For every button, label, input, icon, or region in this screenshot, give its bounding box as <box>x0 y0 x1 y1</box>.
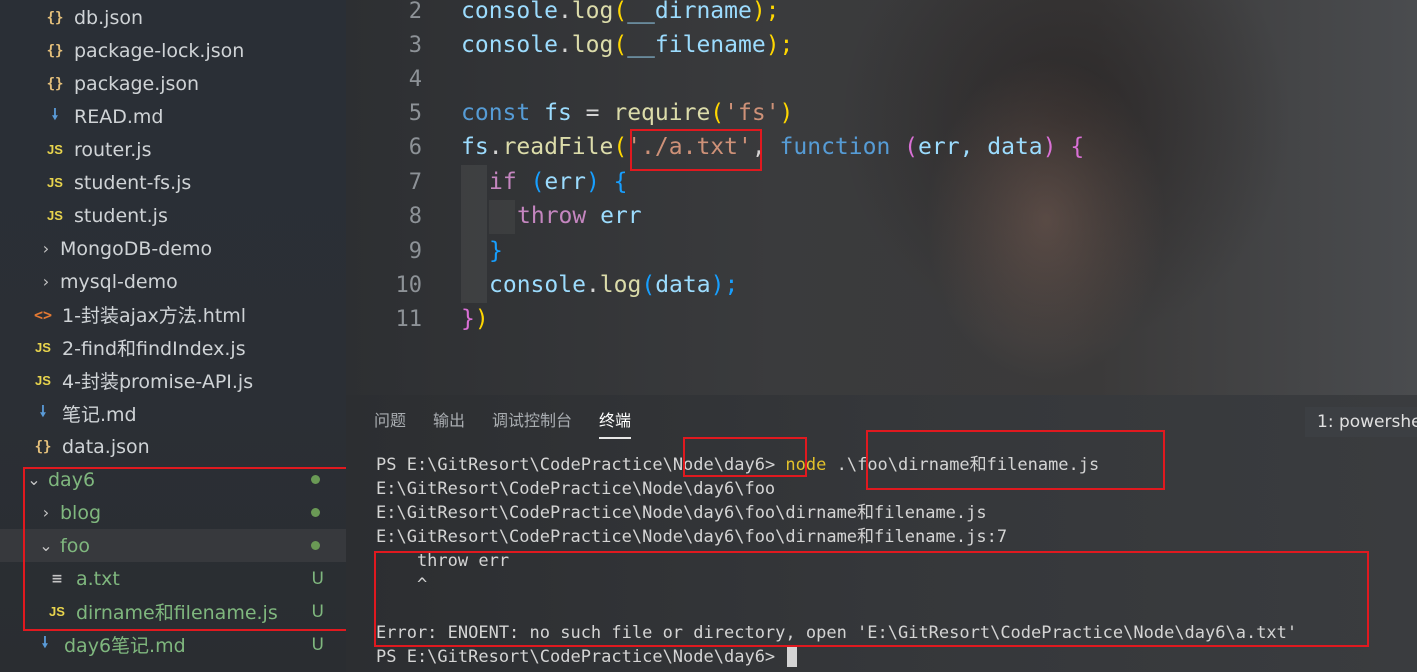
json-file-icon: {} <box>34 438 52 455</box>
terminal-cursor <box>787 647 798 667</box>
file-item[interactable]: {} data.json <box>0 430 346 463</box>
tab-debug-console[interactable]: 调试控制台 <box>492 409 572 437</box>
json-file-icon: {} <box>46 75 64 92</box>
terminal-output-line: E:\GitResort\CodePractice\Node\day6\foo <box>376 479 776 499</box>
file-label: router.js <box>74 138 152 161</box>
line-number: 4 <box>408 66 422 92</box>
file-item[interactable]: 🠗 READ.md <box>0 100 346 133</box>
terminal-output-line: E:\GitResort\CodePractice\Node\day6\foo\… <box>376 503 987 523</box>
line-number: 5 <box>408 100 422 126</box>
file-item[interactable]: <> 1-封装ajax方法.html <box>0 298 346 331</box>
html-file-icon: <> <box>34 305 53 324</box>
chevron-right-icon: › <box>42 272 50 291</box>
file-label: student-fs.js <box>74 171 192 194</box>
annotation-box-command <box>866 430 1165 490</box>
tab-output[interactable]: 输出 <box>433 409 465 437</box>
markdown-file-icon: 🠗 <box>41 633 49 651</box>
line-number: 3 <box>408 32 422 58</box>
annotation-box-cwd <box>683 437 807 477</box>
code-editor[interactable]: 2 console.log(__dirname); 3 console.log(… <box>346 0 1417 395</box>
terminal-prompt-line[interactable]: PS E:\GitResort\CodePractice\Node\day6> <box>376 645 798 669</box>
annotation-box-path <box>630 129 762 171</box>
line-number: 7 <box>408 169 422 195</box>
file-item[interactable]: JS 4-封装promise-API.js <box>0 364 346 397</box>
file-label: day6笔记.md <box>64 635 186 657</box>
line-number: 9 <box>408 238 422 264</box>
line-number: 6 <box>408 134 422 160</box>
terminal-select[interactable]: 1: powershell <box>1305 407 1417 437</box>
file-item[interactable]: 🠗 笔记.md <box>0 397 346 430</box>
file-item[interactable]: JS student.js <box>0 199 346 232</box>
folder-label: MongoDB-demo <box>60 237 213 260</box>
js-file-icon: JS <box>47 175 63 190</box>
code-line: 4 <box>346 62 1417 96</box>
js-file-icon: JS <box>35 373 51 388</box>
file-label: READ.md <box>74 105 164 128</box>
code-line: 11 }) <box>346 302 1417 336</box>
file-label: data.json <box>62 435 150 458</box>
markdown-file-icon: 🠗 <box>39 402 47 420</box>
js-file-icon: JS <box>47 208 63 223</box>
file-label: package.json <box>74 72 200 95</box>
tab-terminal[interactable]: 终端 <box>599 409 632 439</box>
line-number: 2 <box>408 0 422 24</box>
file-item[interactable]: {} package.json <box>0 67 346 100</box>
file-item[interactable]: {} package-lock.json <box>0 34 346 67</box>
file-item[interactable]: 🠗 day6笔记.md U <box>0 628 346 661</box>
panel-tabs: 问题 输出 调试控制台 终端 <box>374 409 658 439</box>
code-line: 8 throw err <box>346 199 1417 233</box>
folder-label: mysql-demo <box>60 270 178 293</box>
code-line: 5 const fs = require('fs') <box>346 96 1417 130</box>
markdown-file-icon: 🠗 <box>51 105 59 123</box>
folder-item[interactable]: › MongoDB-demo <box>0 232 346 265</box>
line-number: 11 <box>395 306 423 332</box>
git-untracked-badge: U <box>311 634 324 655</box>
code-line: 3 console.log(__filename); <box>346 28 1417 62</box>
file-label: 1-封装ajax方法.html <box>62 305 247 327</box>
json-file-icon: {} <box>46 9 64 26</box>
json-file-icon: {} <box>46 42 64 59</box>
explorer-sidebar: {} db.json {} package-lock.json {} package.… <box>0 0 346 672</box>
code-line: 7 if (err) { <box>346 165 1417 199</box>
file-label: db.json <box>74 6 144 29</box>
js-file-icon: JS <box>35 340 51 355</box>
file-item[interactable]: JS router.js <box>0 133 346 166</box>
annotation-box-day6 <box>23 467 346 631</box>
annotation-box-error <box>374 551 1369 647</box>
bottom-panel: 问题 输出 调试控制台 终端 1: powershell PS E:\GitRe… <box>346 395 1417 672</box>
chevron-right-icon: › <box>42 239 50 258</box>
line-number: 8 <box>408 203 422 229</box>
line-number: 10 <box>395 272 423 298</box>
code-line: 2 console.log(__dirname); <box>346 0 1417 28</box>
folder-item[interactable]: › mysql-demo <box>0 265 346 298</box>
code-line: 9 } <box>346 234 1417 268</box>
code-line: 10 console.log(data); <box>346 268 1417 302</box>
terminal-output-line: E:\GitResort\CodePractice\Node\day6\foo\… <box>376 527 1008 547</box>
js-file-icon: JS <box>47 142 63 157</box>
file-label: 笔记.md <box>62 404 137 426</box>
file-item[interactable]: {} db.json <box>0 1 346 34</box>
file-item[interactable]: JS student-fs.js <box>0 166 346 199</box>
file-label: 4-封装promise-API.js <box>62 371 254 393</box>
tab-problems[interactable]: 问题 <box>374 409 406 437</box>
file-item[interactable]: JS 2-find和findIndex.js <box>0 331 346 364</box>
file-label: 2-find和findIndex.js <box>62 338 246 360</box>
file-label: package-lock.json <box>74 39 245 62</box>
code-line: 6 fs.readFile('./a.txt', function (err, … <box>346 130 1417 164</box>
file-label: student.js <box>74 204 168 227</box>
